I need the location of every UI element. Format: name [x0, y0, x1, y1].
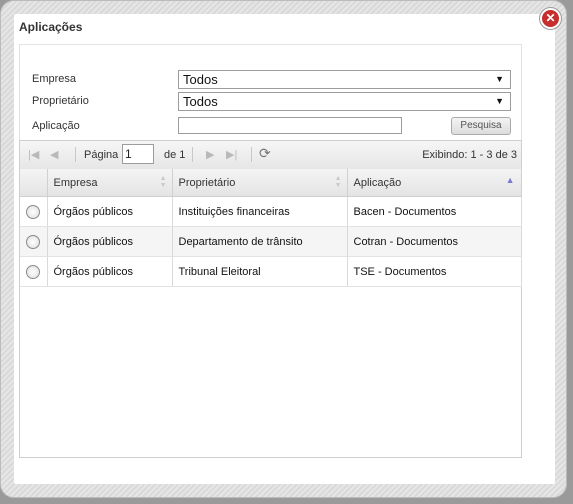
- chevron-down-icon: ▼: [495, 74, 504, 84]
- last-page-icon[interactable]: ▶|: [226, 148, 237, 161]
- radio-button[interactable]: [26, 204, 41, 219]
- empresa-select-value: Todos: [183, 72, 218, 87]
- sort-icon: ▲ ▼: [334, 175, 342, 189]
- filter-panel: Empresa Todos ▼ Proprietário Todos ▼ Apl…: [19, 44, 522, 146]
- page-label: Página: [84, 149, 119, 161]
- results-grid: |◀ ◀ Página 1 de 1 ▶ ▶| ⟳ Exibindo: 1 - …: [19, 140, 522, 458]
- pager-separator: [192, 147, 193, 162]
- pager-toolbar: |◀ ◀ Página 1 de 1 ▶ ▶| ⟳ Exibindo: 1 - …: [20, 141, 521, 170]
- column-header-empresa[interactable]: Empresa ▲ ▼: [47, 169, 173, 197]
- cell-empresa: Órgãos públicos: [47, 226, 173, 257]
- first-page-icon[interactable]: |◀: [28, 148, 39, 161]
- row-select-cell[interactable]: [20, 256, 48, 287]
- cell-proprietario: Instituições financeiras: [172, 196, 348, 227]
- refresh-icon[interactable]: ⟳: [259, 145, 271, 162]
- page-count-label: de 1: [164, 149, 186, 161]
- cell-proprietario: Departamento de trânsito: [172, 226, 348, 257]
- proprietario-select-value: Todos: [183, 94, 218, 109]
- cell-empresa: Órgãos públicos: [47, 256, 173, 287]
- cell-aplicacao: Bacen - Documentos: [347, 196, 522, 227]
- table-row[interactable]: Órgãos públicos Departamento de trânsito…: [20, 226, 522, 257]
- column-header-label: Empresa: [53, 176, 98, 189]
- proprietario-label: Proprietário: [32, 95, 89, 107]
- cell-empresa: Órgãos públicos: [47, 196, 173, 227]
- page-number-input[interactable]: 1: [122, 144, 154, 164]
- radio-button[interactable]: [26, 234, 41, 249]
- empresa-label: Empresa: [32, 73, 77, 85]
- sort-icon: ▲ ▼: [159, 175, 167, 189]
- select-column-header: [20, 169, 48, 197]
- row-select-cell[interactable]: [20, 226, 48, 257]
- empresa-select[interactable]: Todos ▼: [178, 70, 511, 89]
- close-button[interactable]: ✕: [540, 8, 561, 29]
- cell-aplicacao: Cotran - Documentos: [347, 226, 522, 257]
- radio-button[interactable]: [26, 264, 41, 279]
- pager-separator: [251, 147, 252, 162]
- sort-ascending-icon: ▲: [505, 175, 515, 185]
- records-info: Exibindo: 1 - 3 de 3: [422, 149, 517, 161]
- table-row[interactable]: Órgãos públicos Tribunal Eleitoral TSE -…: [20, 256, 522, 287]
- aplicacao-input[interactable]: [178, 117, 402, 134]
- aplicacao-label: Aplicação: [32, 120, 80, 132]
- column-header-label: Aplicação: [353, 176, 402, 189]
- chevron-down-icon: ▼: [495, 96, 504, 106]
- results-table: Empresa ▲ ▼ Proprietário ▲ ▼ Aplicação ▲ Ó…: [20, 169, 522, 287]
- prev-page-icon[interactable]: ◀: [50, 148, 58, 161]
- column-header-label: Proprietário: [178, 176, 236, 189]
- pager-separator: [75, 147, 76, 162]
- table-row[interactable]: Órgãos públicos Instituições financeiras…: [20, 196, 522, 227]
- cell-aplicacao: TSE - Documentos: [347, 256, 522, 287]
- table-header-row: Empresa ▲ ▼ Proprietário ▲ ▼ Aplicação ▲: [20, 169, 522, 197]
- proprietario-select[interactable]: Todos ▼: [178, 92, 511, 111]
- search-button[interactable]: Pesquisa: [451, 117, 511, 135]
- column-header-proprietario[interactable]: Proprietário ▲ ▼: [172, 169, 348, 197]
- close-icon: ✕: [545, 11, 556, 25]
- cell-proprietario: Tribunal Eleitoral: [172, 256, 348, 287]
- row-select-cell[interactable]: [20, 196, 48, 227]
- column-header-aplicacao[interactable]: Aplicação ▲: [347, 169, 522, 197]
- dialog-title: Aplicações: [19, 20, 83, 34]
- next-page-icon[interactable]: ▶: [206, 148, 214, 161]
